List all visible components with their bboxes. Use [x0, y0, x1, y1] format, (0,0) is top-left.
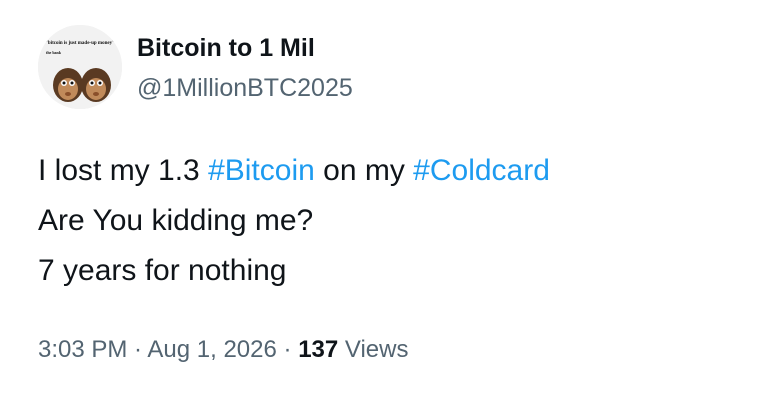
- tweet-line-2: Are You kidding me?: [38, 204, 314, 237]
- user-handle[interactable]: @1MillionBTC2025: [137, 72, 353, 104]
- tweet-date[interactable]: Aug 1, 2026: [147, 336, 276, 363]
- tweet-line-3: 7 years for nothing: [38, 254, 287, 287]
- tweet-text: I lost my 1.3 #Bitcoin on my #Coldcard A…: [38, 146, 550, 296]
- avatar-image: "bitcoin is just made-up money" the bank: [38, 25, 122, 109]
- tweet-time[interactable]: 3:03 PM: [38, 336, 127, 363]
- hashtag-bitcoin-link[interactable]: #Bitcoin: [208, 154, 315, 187]
- views-label: Views: [338, 336, 409, 363]
- avatar[interactable]: "bitcoin is just made-up money" the bank: [38, 25, 122, 109]
- avatar-subcaption: the bank: [46, 50, 62, 55]
- user-info: Bitcoin to 1 Mil @1MillionBTC2025: [137, 32, 353, 104]
- tweet-text-segment: on my: [314, 154, 414, 187]
- tweet-card: "bitcoin is just made-up money" the bank…: [0, 0, 763, 393]
- tweet-meta: 3:03 PM · Aug 1, 2026 · 137 Views: [38, 334, 409, 366]
- display-name[interactable]: Bitcoin to 1 Mil: [137, 32, 353, 64]
- meta-separator: ·: [127, 336, 148, 363]
- views-count: 137: [298, 336, 339, 363]
- tweet-line-1: I lost my 1.3 #Bitcoin on my #Coldcard: [38, 146, 550, 196]
- meta-separator: ·: [276, 336, 299, 363]
- tweet-text-segment: I lost my 1.3: [38, 154, 209, 187]
- avatar-caption: "bitcoin is just made-up money": [45, 41, 115, 46]
- hashtag-coldcard-link[interactable]: #Coldcard: [413, 154, 550, 187]
